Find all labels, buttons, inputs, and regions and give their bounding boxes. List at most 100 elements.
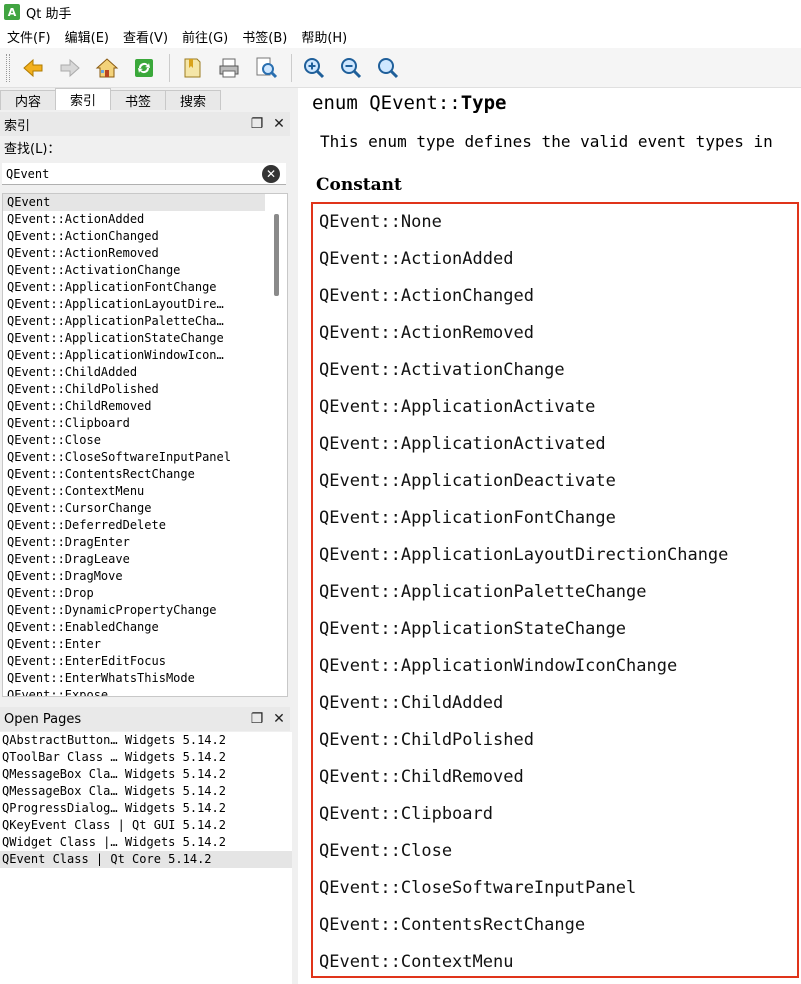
open-page-item[interactable]: QToolBar Class … Widgets 5.14.2: [0, 749, 292, 766]
list-item[interactable]: QEvent::ChildAdded: [3, 364, 265, 381]
constant-row: QEvent::ApplicationActivate: [319, 397, 596, 417]
title-prefix: enum QEvent::: [312, 92, 461, 114]
float-panel-icon[interactable]: ❐: [246, 708, 268, 730]
menu-bookmarks[interactable]: 书签(B): [235, 27, 294, 46]
list-item[interactable]: QEvent: [3, 194, 265, 211]
open-pages-header: Open Pages ❐ ✕: [0, 707, 290, 731]
list-item[interactable]: QEvent::Close: [3, 432, 265, 449]
menu-edit[interactable]: 编辑(E): [58, 27, 116, 46]
list-item[interactable]: QEvent::ChildPolished: [3, 381, 265, 398]
constant-row: QEvent::ApplicationActivated: [319, 434, 606, 454]
list-item[interactable]: QEvent::DynamicPropertyChange: [3, 602, 265, 619]
constant-row: QEvent::ApplicationDeactivate: [319, 471, 616, 491]
index-search-input[interactable]: [2, 163, 262, 184]
open-page-item[interactable]: QMessageBox Cla… Widgets 5.14.2: [0, 783, 292, 800]
sync-button[interactable]: [127, 51, 161, 85]
list-item[interactable]: QEvent::ApplicationLayoutDire…: [3, 296, 265, 313]
sidebar-tabs: 内容 索引 书签 搜索: [0, 88, 290, 110]
list-item[interactable]: QEvent::DragLeave: [3, 551, 265, 568]
list-item[interactable]: QEvent::ActionChanged: [3, 228, 265, 245]
constants-highlight-box: QEvent::None QEvent::ActionAdded QEvent:…: [311, 202, 799, 978]
find-button[interactable]: [249, 51, 283, 85]
title-bar: A Qt 助手: [0, 0, 801, 24]
list-item[interactable]: QEvent::CursorChange: [3, 500, 265, 517]
find-icon: [256, 57, 278, 78]
forward-arrow-icon: [60, 58, 80, 77]
menu-help[interactable]: 帮助(H): [294, 27, 354, 46]
menu-file[interactable]: 文件(F): [0, 27, 58, 46]
close-panel-icon[interactable]: ✕: [268, 708, 290, 730]
open-page-item[interactable]: QMessageBox Cla… Widgets 5.14.2: [0, 766, 292, 783]
menu-view[interactable]: 查看(V): [116, 27, 175, 46]
list-item[interactable]: QEvent::ApplicationFontChange: [3, 279, 265, 296]
print-icon: [219, 58, 239, 77]
float-panel-icon[interactable]: ❐: [246, 113, 268, 135]
close-panel-icon[interactable]: ✕: [268, 113, 290, 135]
app-icon: A: [4, 4, 20, 20]
list-item[interactable]: QEvent::ContentsRectChange: [3, 466, 265, 483]
constant-row: QEvent::ContextMenu: [319, 952, 514, 972]
list-item[interactable]: QEvent::DragMove: [3, 568, 265, 585]
back-button[interactable]: [16, 51, 50, 85]
zoom-in-icon: [304, 57, 325, 78]
sync-contents-icon: [135, 58, 153, 77]
list-item[interactable]: QEvent::ApplicationStateChange: [3, 330, 265, 347]
tab-search[interactable]: 搜索: [165, 90, 222, 110]
constant-row: QEvent::Clipboard: [319, 804, 493, 824]
list-item[interactable]: QEvent::CloseSoftwareInputPanel: [3, 449, 265, 466]
print-button[interactable]: [212, 51, 246, 85]
tab-index[interactable]: 索引: [55, 88, 112, 110]
list-item[interactable]: QEvent::ApplicationWindowIcon…: [3, 347, 265, 364]
zoom-out-button[interactable]: [334, 51, 368, 85]
constant-row: QEvent::Close: [319, 841, 453, 861]
menu-bar: 文件(F) 编辑(E) 查看(V) 前往(G) 书签(B) 帮助(H): [0, 24, 801, 48]
list-item[interactable]: QEvent::Clipboard: [3, 415, 265, 432]
document-view[interactable]: enum QEvent::Type This enum type defines…: [298, 88, 801, 984]
back-arrow-icon: [23, 58, 43, 77]
enum-description: This enum type defines the valid event t…: [320, 132, 773, 151]
list-item[interactable]: QEvent::DragEnter: [3, 534, 265, 551]
reset-zoom-icon: [378, 57, 399, 78]
list-item[interactable]: QEvent::Expose: [3, 687, 265, 696]
home-button[interactable]: [90, 51, 124, 85]
window-title: Qt 助手: [26, 6, 72, 22]
constant-row: QEvent::ContentsRectChange: [319, 915, 586, 935]
list-item[interactable]: QEvent::EnterEditFocus: [3, 653, 265, 670]
constant-row: QEvent::ApplicationWindowIconChange: [319, 656, 678, 676]
list-item[interactable]: QEvent::EnterWhatsThisMode: [3, 670, 265, 687]
index-panel-header: 索引 ❐ ✕: [0, 112, 290, 136]
zoom-in-button[interactable]: [297, 51, 331, 85]
open-page-item[interactable]: QProgressDialog… Widgets 5.14.2: [0, 800, 292, 817]
list-item[interactable]: QEvent::ActionRemoved: [3, 245, 265, 262]
find-label: 查找(L)：: [4, 142, 61, 157]
clear-icon[interactable]: ✕: [262, 164, 280, 183]
list-item[interactable]: QEvent::ApplicationPaletteCha…: [3, 313, 265, 330]
open-page-item[interactable]: QKeyEvent Class | Qt GUI 5.14.2: [0, 817, 292, 834]
constant-row: QEvent::ApplicationStateChange: [319, 619, 627, 639]
open-page-item[interactable]: QAbstractButton… Widgets 5.14.2: [0, 732, 292, 749]
constant-row: QEvent::ApplicationPaletteChange: [319, 582, 647, 602]
list-item[interactable]: QEvent::ActionAdded: [3, 211, 265, 228]
menu-go[interactable]: 前往(G): [175, 27, 235, 46]
bookmark-button[interactable]: [175, 51, 209, 85]
list-item[interactable]: QEvent::Drop: [3, 585, 265, 602]
list-item[interactable]: QEvent::ChildRemoved: [3, 398, 265, 415]
list-item[interactable]: QEvent::DeferredDelete: [3, 517, 265, 534]
open-page-item[interactable]: QWidget Class |… Widgets 5.14.2: [0, 834, 292, 851]
toolbar-grip[interactable]: [6, 53, 10, 82]
forward-button[interactable]: [53, 51, 87, 85]
list-item[interactable]: QEvent::Enter: [3, 636, 265, 653]
list-item[interactable]: QEvent::ActivationChange: [3, 262, 265, 279]
list-item[interactable]: QEvent::EnabledChange: [3, 619, 265, 636]
list-item[interactable]: QEvent::ContextMenu: [3, 483, 265, 500]
reset-zoom-button[interactable]: [371, 51, 405, 85]
tab-contents[interactable]: 内容: [0, 90, 57, 110]
constant-row: QEvent::ApplicationFontChange: [319, 508, 616, 528]
constant-row: QEvent::ActionAdded: [319, 249, 514, 269]
tab-bookmarks[interactable]: 书签: [110, 90, 167, 110]
column-header-constant: Constant: [316, 175, 402, 195]
constant-row: QEvent::CloseSoftwareInputPanel: [319, 878, 637, 898]
index-scrollbar-thumb[interactable]: [274, 214, 279, 296]
open-page-item[interactable]: QEvent Class | Qt Core 5.14.2: [0, 851, 292, 868]
toolbar-separator: [169, 53, 170, 82]
